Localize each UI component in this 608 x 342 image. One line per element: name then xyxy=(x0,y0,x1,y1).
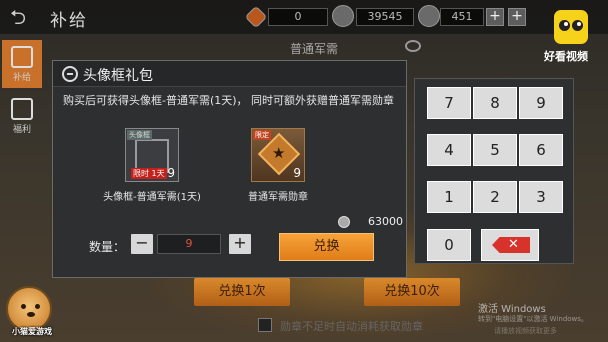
item-tag: 限定 xyxy=(253,130,271,140)
supply-icon xyxy=(11,46,33,68)
close-icon: ✕ xyxy=(508,237,519,252)
welfare-icon xyxy=(11,98,33,120)
back-arrow-icon[interactable]: ⮌ xyxy=(10,6,36,28)
top-bar: ⮌ 补给 0 39545 451 + + xyxy=(0,0,608,34)
gift-icon xyxy=(62,66,78,82)
delete-key[interactable]: ✕ xyxy=(481,229,539,261)
gift-pack-dialog: 头像框礼包 购买后可获得头像框-普通军需(1天)， 同时可额外获赠普通军需勋章 … xyxy=(52,60,407,278)
resource-diamond-value: 0 xyxy=(268,8,328,26)
exchange-button[interactable]: 兑换 xyxy=(279,233,374,261)
medal-name: 普通军需勋章 xyxy=(248,192,308,203)
logo-eye-left xyxy=(559,20,570,31)
medal-item[interactable]: ★ 限定 9 xyxy=(251,128,305,182)
avatar-eye xyxy=(35,304,40,309)
coin-icon xyxy=(332,5,354,27)
sidebar-item-welfare[interactable]: 福利 xyxy=(2,92,42,140)
number-keypad: 7 8 9 4 5 6 1 2 3 0 ✕ xyxy=(414,78,574,264)
item-tag: 头像框 xyxy=(127,130,152,140)
video-watermark: 请播放视频获取更多 xyxy=(494,327,557,335)
key-7[interactable]: 7 xyxy=(427,87,471,119)
eye-icon[interactable] xyxy=(405,40,421,52)
key-4[interactable]: 4 xyxy=(427,134,471,166)
key-8[interactable]: 8 xyxy=(473,87,517,119)
price-value: 63000 xyxy=(368,215,403,228)
resource-coin-value: 39545 xyxy=(356,8,414,26)
page-title: 补给 xyxy=(50,11,88,31)
key-5[interactable]: 5 xyxy=(473,134,517,166)
limited-time-badge: 限时 1天 xyxy=(131,168,167,179)
key-9[interactable]: 9 xyxy=(519,87,563,119)
exchange-once-button[interactable]: 兑换1次 xyxy=(194,278,290,306)
orange-diamond-icon xyxy=(244,5,268,29)
avatar-eye xyxy=(21,304,26,309)
add-resource-button[interactable]: + xyxy=(486,8,504,26)
auto-consume-checkbox[interactable] xyxy=(258,318,272,332)
coin-icon xyxy=(338,216,350,228)
key-3[interactable]: 3 xyxy=(519,181,563,213)
key-1[interactable]: 1 xyxy=(427,181,471,213)
exchange-ten-button[interactable]: 兑换10次 xyxy=(364,278,460,306)
sidebar-item-label: 补给 xyxy=(12,73,31,83)
section-header: 普通军需 xyxy=(290,42,339,56)
haokan-logo xyxy=(554,10,588,44)
item-count: 9 xyxy=(293,166,301,180)
sidebar-item-label: 福利 xyxy=(12,125,31,135)
key-6[interactable]: 6 xyxy=(519,134,563,166)
dialog-title: 头像框礼包 xyxy=(83,68,153,84)
item-count: 9 xyxy=(167,166,175,180)
windows-watermark-title: 激活 Windows xyxy=(478,304,546,315)
windows-watermark-subtitle: 转到"电脑设置"以激活 Windows。 xyxy=(478,315,588,323)
dialog-description: 购买后可获得头像框-普通军需(1天)， 同时可额外获赠普通军需勋章 xyxy=(63,94,395,107)
avatar-frame-item[interactable]: 头像框 限时 1天 9 xyxy=(125,128,179,182)
increase-button[interactable]: + xyxy=(229,234,251,254)
logo-eye-right xyxy=(572,20,583,31)
sidebar-item-supply[interactable]: 补给 xyxy=(2,40,42,88)
avatar-label: 小猫爱游戏 xyxy=(12,327,52,336)
medal-icon: ★ 限定 9 xyxy=(251,128,305,182)
key-2[interactable]: 2 xyxy=(473,181,517,213)
resource-bullet-value: 451 xyxy=(440,8,484,26)
avatar-nose xyxy=(27,312,35,317)
logo-text: 好看视频 xyxy=(544,50,588,63)
avatar-frame-name: 头像框-普通军需(1天) xyxy=(103,192,201,203)
bullet-icon xyxy=(418,5,440,27)
decrease-button[interactable]: − xyxy=(131,234,153,254)
avatar-frame-icon: 头像框 限时 1天 9 xyxy=(125,128,179,182)
auto-consume-hint: 勋章不足时自动消耗获取勋章 xyxy=(280,320,423,333)
star-icon: ★ xyxy=(272,144,286,162)
add-resource-button-2[interactable]: + xyxy=(508,8,526,26)
key-0[interactable]: 0 xyxy=(427,229,471,261)
dialog-header: 头像框礼包 xyxy=(53,61,406,87)
quantity-label: 数量： xyxy=(89,240,126,254)
quantity-input[interactable]: 9 xyxy=(157,234,221,254)
